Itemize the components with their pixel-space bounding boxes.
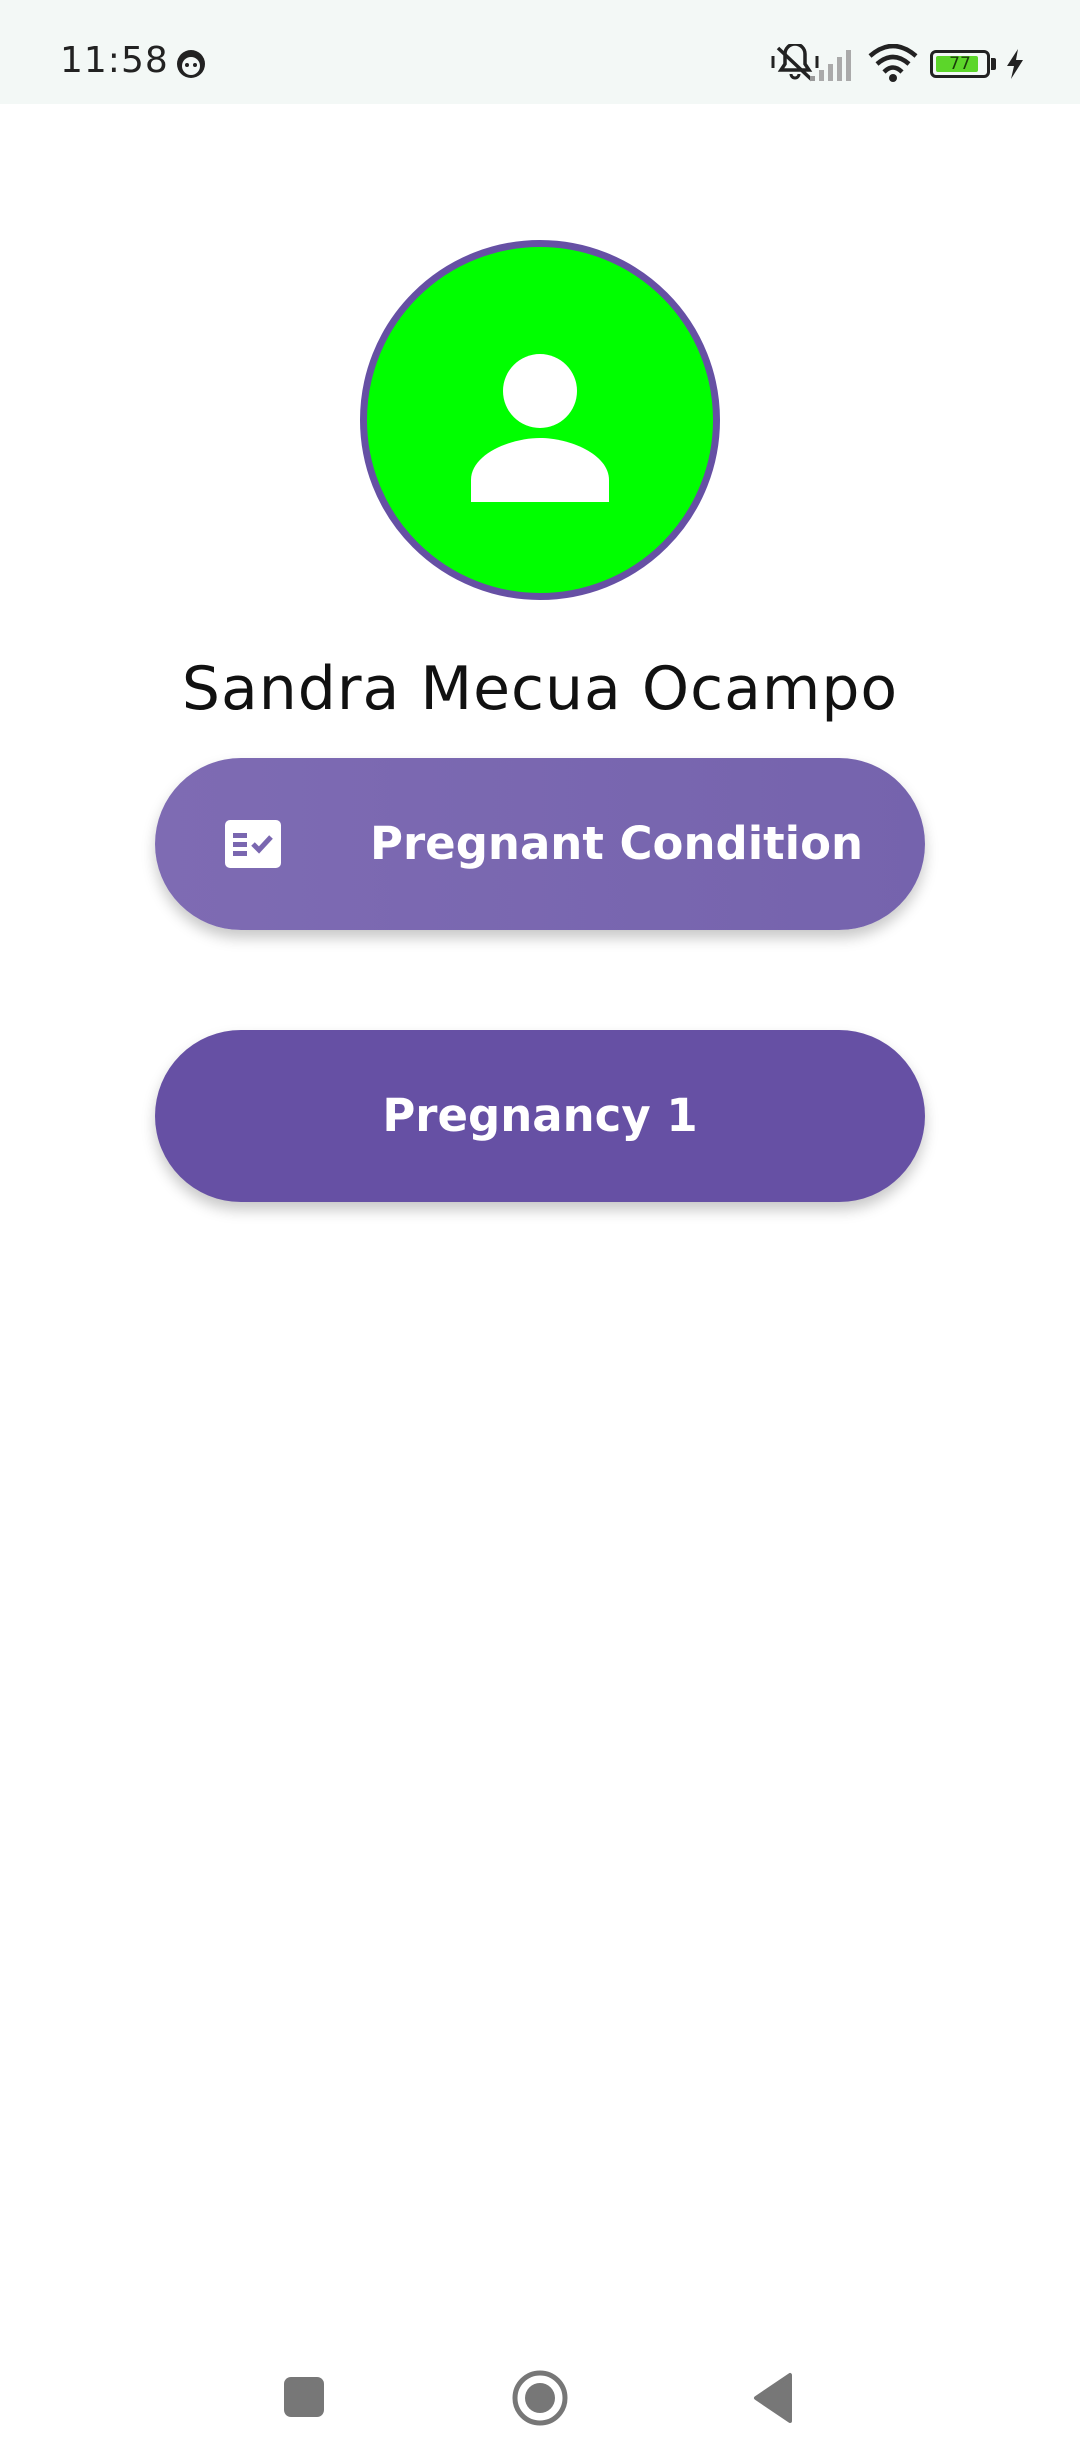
checklist-icon xyxy=(225,820,281,868)
home-circle-icon[interactable] xyxy=(510,2368,570,2428)
person-icon xyxy=(471,354,609,502)
battery-level: 77 xyxy=(949,54,971,74)
back-triangle-icon[interactable] xyxy=(750,2372,798,2424)
pregnant-condition-label: Pregnant Condition xyxy=(370,817,864,870)
cat-face-icon xyxy=(177,50,205,78)
recents-square-icon[interactable] xyxy=(282,2375,326,2419)
pregnant-condition-button[interactable]: Pregnant Condition xyxy=(155,758,925,930)
charging-bolt-icon xyxy=(1007,49,1023,79)
avatar[interactable] xyxy=(360,240,720,600)
navigation-bar xyxy=(0,2340,1080,2460)
status-bar: 11:58 77 xyxy=(0,0,1080,104)
pregnancy-1-label: Pregnancy 1 xyxy=(382,1089,698,1142)
user-name: Sandra Mecua Ocampo xyxy=(181,654,899,724)
pregnancy-1-button[interactable]: Pregnancy 1 xyxy=(155,1030,925,1202)
status-time: 11:58 xyxy=(60,40,169,81)
battery-cap xyxy=(991,58,996,70)
battery-icon: 77 xyxy=(930,50,990,78)
wifi-icon xyxy=(868,44,918,82)
signal-icon xyxy=(810,50,851,81)
